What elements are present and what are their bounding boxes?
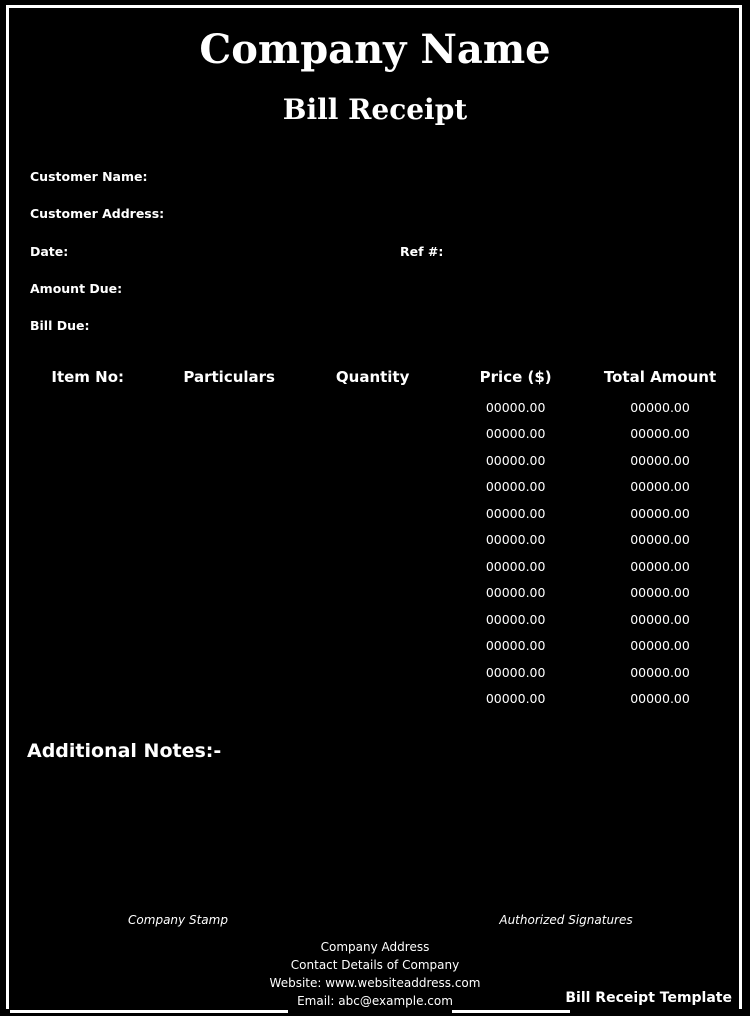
table-row: 00000.00 00000.00: [18, 606, 733, 633]
bill-due-label: Bill Due:: [30, 318, 90, 333]
quantity-cell: [301, 659, 444, 686]
item-no-cell: [18, 474, 157, 501]
table-row: 00000.00 00000.00: [18, 686, 733, 713]
table-row: 00000.00 00000.00: [18, 633, 733, 660]
ref-label: Ref #:: [400, 244, 444, 259]
total-cell: 00000.00: [630, 691, 690, 707]
particulars-cell: [157, 500, 301, 527]
quantity-cell: [301, 606, 444, 633]
particulars-cell: [157, 474, 301, 501]
item-no-cell: [18, 447, 157, 474]
item-no-cell: [18, 659, 157, 686]
bottom-border-left: [10, 1010, 288, 1013]
table-row: 00000.00 00000.00: [18, 580, 733, 607]
price-cell: 00000.00: [485, 452, 546, 468]
table-row: 00000.00 00000.00: [18, 553, 733, 580]
column-header-price: Price ($): [479, 368, 552, 386]
price-cell: 00000.00: [485, 479, 546, 495]
item-no-cell: [18, 580, 157, 607]
table-row: 00000.00 00000.00: [18, 659, 733, 686]
item-no-cell: [18, 527, 157, 554]
receipt-title: Bill Receipt: [282, 93, 468, 126]
particulars-cell: [157, 527, 301, 554]
particulars-cell: [157, 447, 301, 474]
quantity-cell: [301, 527, 444, 554]
item-no-cell: [18, 421, 157, 448]
company-name: Company Name: [199, 26, 551, 73]
total-cell: 00000.00: [630, 638, 690, 654]
column-header-total-amount: Total Amount: [603, 368, 717, 386]
total-cell: 00000.00: [630, 426, 690, 442]
table-row: 00000.00 00000.00: [18, 474, 733, 501]
customer-address-label: Customer Address:: [30, 206, 165, 221]
additional-notes-title: Additional Notes:-: [27, 740, 222, 762]
particulars-cell: [157, 606, 301, 633]
price-cell: 00000.00: [485, 399, 546, 415]
table-header-row: Item No: Particulars Quantity Price ($) …: [18, 360, 733, 394]
total-cell: 00000.00: [630, 479, 690, 495]
quantity-cell: [301, 394, 444, 421]
item-no-cell: [18, 606, 157, 633]
item-no-cell: [18, 553, 157, 580]
total-cell: 00000.00: [630, 532, 690, 548]
price-cell: 00000.00: [485, 691, 546, 707]
footer-website: Website: www.websiteaddress.com: [269, 976, 481, 990]
table-row: 00000.00 00000.00: [18, 421, 733, 448]
table-row: 00000.00 00000.00: [18, 394, 733, 421]
quantity-cell: [301, 686, 444, 713]
template-label: Bill Receipt Template: [565, 990, 732, 1006]
quantity-cell: [301, 474, 444, 501]
items-table: Item No: Particulars Quantity Price ($) …: [18, 360, 733, 712]
total-cell: 00000.00: [630, 611, 690, 627]
particulars-cell: [157, 686, 301, 713]
total-cell: 00000.00: [630, 452, 690, 468]
item-no-cell: [18, 500, 157, 527]
footer-company-address: Company Address: [320, 940, 430, 954]
particulars-cell: [157, 553, 301, 580]
total-cell: 00000.00: [630, 585, 690, 601]
quantity-cell: [301, 553, 444, 580]
total-cell: 00000.00: [630, 558, 690, 574]
table-row: 00000.00 00000.00: [18, 527, 733, 554]
particulars-cell: [157, 633, 301, 660]
quantity-cell: [301, 500, 444, 527]
customer-name-label: Customer Name:: [30, 169, 148, 184]
table-row: 00000.00 00000.00: [18, 447, 733, 474]
item-no-cell: [18, 633, 157, 660]
price-cell: 00000.00: [485, 585, 546, 601]
total-cell: 00000.00: [630, 664, 690, 680]
table-row: 00000.00 00000.00: [18, 500, 733, 527]
price-cell: 00000.00: [485, 505, 546, 521]
price-cell: 00000.00: [485, 532, 546, 548]
price-cell: 00000.00: [485, 664, 546, 680]
date-label: Date:: [30, 244, 69, 259]
quantity-cell: [301, 447, 444, 474]
column-header-particulars: Particulars: [183, 368, 275, 386]
price-cell: 00000.00: [485, 638, 546, 654]
column-header-item-no: Item No:: [51, 368, 124, 386]
price-cell: 00000.00: [485, 611, 546, 627]
item-no-cell: [18, 686, 157, 713]
particulars-cell: [157, 421, 301, 448]
particulars-cell: [157, 659, 301, 686]
total-cell: 00000.00: [630, 505, 690, 521]
particulars-cell: [157, 580, 301, 607]
quantity-cell: [301, 421, 444, 448]
item-no-cell: [18, 394, 157, 421]
amount-due-label: Amount Due:: [30, 281, 123, 296]
authorized-signatures-label: Authorized Signatures: [499, 913, 633, 927]
quantity-cell: [301, 633, 444, 660]
quantity-cell: [301, 580, 444, 607]
bottom-border-right: [452, 1010, 570, 1013]
particulars-cell: [157, 394, 301, 421]
price-cell: 00000.00: [485, 558, 546, 574]
column-header-quantity: Quantity: [335, 368, 410, 386]
price-cell: 00000.00: [485, 426, 546, 442]
total-cell: 00000.00: [630, 399, 690, 415]
footer-contact-details: Contact Details of Company: [290, 958, 460, 972]
company-stamp-label: Company Stamp: [128, 913, 228, 927]
